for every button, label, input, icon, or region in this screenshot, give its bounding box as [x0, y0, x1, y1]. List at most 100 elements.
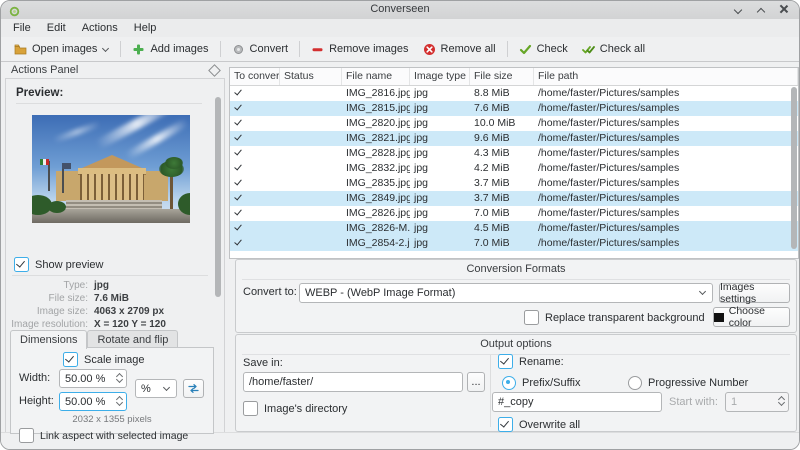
link-aspect-row: Link aspect with selected image — [19, 428, 188, 443]
table-row[interactable]: IMG_2821.jpg jpg 9.6 MiB/home/faster/Pictu… — [230, 131, 798, 146]
rename-pattern-input[interactable]: #_copy — [492, 392, 662, 412]
check-icon — [234, 238, 243, 247]
height-spinbox[interactable]: 50.00 % — [59, 392, 127, 411]
images-directory-checkbox[interactable] — [243, 401, 258, 416]
link-aspect-checkbox[interactable] — [19, 428, 34, 443]
to-convert-cell[interactable] — [230, 131, 280, 146]
file-size-cell: 4.5 MiB — [474, 222, 510, 234]
menu-file[interactable]: File — [5, 22, 39, 34]
to-convert-cell[interactable] — [230, 206, 280, 221]
check-button[interactable]: Check — [512, 41, 575, 58]
menu-actions[interactable]: Actions — [74, 22, 126, 34]
format-dropdown[interactable]: WEBP - (WebP Image Format) — [299, 283, 713, 303]
convert-to-label: Convert to: — [243, 286, 297, 298]
unit-dropdown[interactable]: % — [135, 379, 177, 398]
progressive-number-row: Progressive Number — [628, 376, 748, 390]
image-type-cell: jpg — [414, 162, 429, 174]
start-with-spinbox[interactable]: 1 — [725, 392, 789, 412]
close-icon[interactable] — [779, 4, 789, 14]
circle-x-icon — [423, 43, 436, 56]
choose-color-button[interactable]: Choose color — [713, 305, 790, 329]
table-row[interactable]: IMG_2832.jpg jpg 4.2 MiB/home/faster/Pictu… — [230, 161, 798, 176]
check-icon — [234, 88, 243, 97]
table-row[interactable]: IMG_2826.jpg jpg 7.0 MiB/home/faster/Pictu… — [230, 206, 798, 221]
save-in-input[interactable]: /home/faster/ — [243, 372, 463, 392]
file-size-value: 7.6 MiB — [94, 293, 130, 304]
open-images-button[interactable]: Open images — [7, 41, 116, 58]
rename-checkbox[interactable] — [498, 354, 513, 369]
open-images-label: Open images — [32, 43, 98, 55]
to-convert-cell[interactable] — [230, 116, 280, 131]
table-row[interactable]: IMG_2815.jpg jpg 7.6 MiB/home/faster/Pictu… — [230, 101, 798, 116]
titlebar[interactable]: Converseen — [1, 1, 799, 20]
preview-label: Preview: — [16, 87, 64, 99]
images-settings-button[interactable]: Images settings — [719, 281, 790, 305]
file-size-cell: 7.6 MiB — [474, 102, 510, 114]
width-value: 50.00 % — [65, 372, 106, 385]
remove-images-button[interactable]: Remove images — [304, 41, 415, 58]
browse-button[interactable]: ... — [467, 372, 485, 392]
convert-button[interactable]: Convert — [225, 41, 296, 58]
tab-dimensions[interactable]: Dimensions — [10, 330, 88, 349]
column-header[interactable]: File size — [470, 68, 534, 85]
file-name-cell: IMG_2815.jpg — [346, 102, 410, 114]
progressive-number-radio[interactable] — [628, 376, 642, 390]
table-row[interactable]: IMG_2835.jpg jpg 3.7 MiB/home/faster/Pictu… — [230, 176, 798, 191]
add-images-button[interactable]: Add images — [125, 41, 215, 58]
table-row[interactable]: IMG_2854-2.j... jpg 7.0 MiB/home/faster/Pi… — [230, 236, 798, 251]
column-header[interactable]: Status — [280, 68, 342, 85]
check-all-label: Check all — [599, 43, 646, 55]
plus-icon — [132, 43, 145, 56]
column-header[interactable]: File name — [342, 68, 410, 85]
scale-image-checkbox[interactable] — [63, 352, 78, 367]
status-cell — [280, 176, 342, 191]
maximize-icon[interactable] — [756, 4, 766, 14]
to-convert-cell[interactable] — [230, 86, 280, 101]
prefix-suffix-radio[interactable] — [502, 376, 516, 390]
show-preview-checkbox[interactable] — [14, 257, 29, 272]
replace-bg-row: Replace transparent background — [524, 310, 705, 325]
bush — [48, 201, 66, 213]
table-row[interactable]: IMG_2828.jpg jpg 4.3 MiB/home/faster/Pictu… — [230, 146, 798, 161]
spin-arrows-icon[interactable] — [117, 372, 123, 382]
toolbar: Open images Add images Convert Remove im… — [1, 37, 799, 62]
check-all-button[interactable]: Check all — [575, 41, 652, 58]
app-window: Converseen File Edit Actions Help Open imag… — [0, 0, 800, 450]
overwrite-all-checkbox[interactable] — [498, 417, 513, 432]
to-convert-cell[interactable] — [230, 221, 280, 236]
table-row[interactable]: IMG_2826-M... jpg 4.5 MiB/home/faster/Pict… — [230, 221, 798, 236]
image-size-value: 4063 x 2709 px — [94, 306, 165, 317]
minus-icon — [311, 43, 324, 56]
to-convert-cell[interactable] — [230, 236, 280, 251]
browse-label: ... — [471, 376, 481, 388]
output-options-group: Output options Save in: /home/faster/ ..… — [235, 334, 797, 432]
menu-edit[interactable]: Edit — [39, 22, 74, 34]
table-row[interactable]: IMG_2820.jpg jpg 10.0 MiB/home/faster/Pict… — [230, 116, 798, 131]
column-header[interactable]: Image type — [410, 68, 470, 85]
table-scrollbar[interactable] — [791, 87, 797, 249]
to-convert-cell[interactable] — [230, 101, 280, 116]
replace-bg-checkbox[interactable] — [524, 310, 539, 325]
swap-dimensions-button[interactable] — [183, 379, 204, 398]
file-path-cell: /home/faster/Pictures/samples — [538, 87, 680, 99]
float-panel-icon[interactable] — [208, 64, 221, 77]
building-pediment — [82, 155, 142, 168]
panel-scrollbar[interactable] — [215, 97, 221, 297]
to-convert-cell[interactable] — [230, 191, 280, 206]
remove-all-button[interactable]: Remove all — [416, 41, 503, 58]
column-header[interactable]: To convert — [230, 68, 280, 85]
column-header[interactable]: File path — [534, 68, 798, 85]
to-convert-cell[interactable] — [230, 146, 280, 161]
table-row[interactable]: IMG_2849.jpg jpg 3.7 MiB/home/faster/Pictu… — [230, 191, 798, 206]
table-row[interactable]: IMG_2816.jpg jpg 8.8 MiB/home/faster/Pictu… — [230, 86, 798, 101]
to-convert-cell[interactable] — [230, 161, 280, 176]
file-size-cell: 10.0 MiB — [474, 117, 516, 129]
minimize-icon[interactable] — [733, 4, 743, 14]
image-type-cell: jpg — [414, 147, 429, 159]
status-cell — [280, 221, 342, 236]
menu-help[interactable]: Help — [126, 22, 165, 34]
type-value: jpg — [94, 280, 109, 291]
spin-arrows-icon[interactable] — [117, 395, 123, 405]
width-spinbox[interactable]: 50.00 % — [59, 369, 127, 388]
to-convert-cell[interactable] — [230, 176, 280, 191]
